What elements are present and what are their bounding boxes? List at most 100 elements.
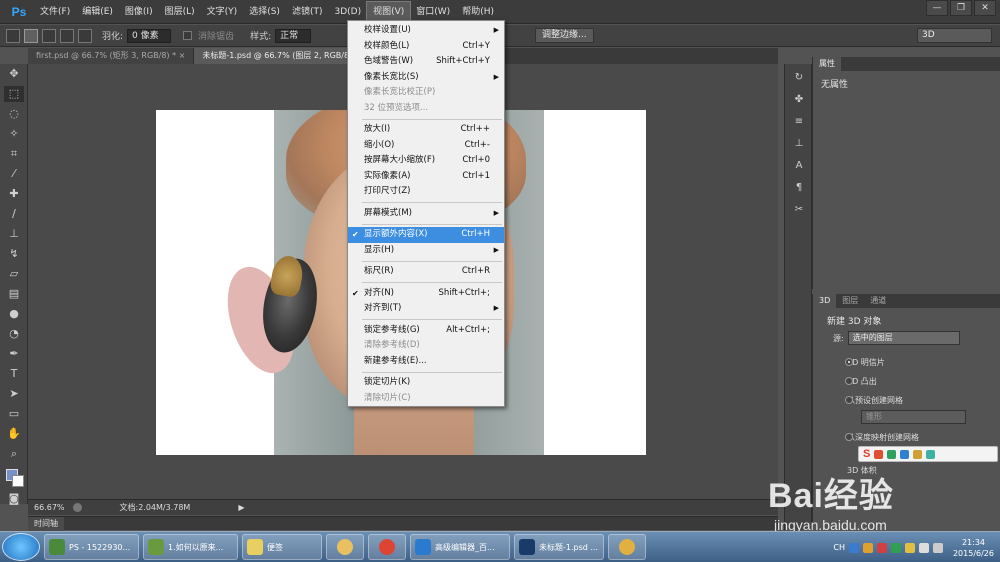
menu-type[interactable]: 文字(Y): [201, 2, 244, 22]
marquee-tool-preset-icon[interactable]: [6, 28, 20, 43]
option-mesh-from-preset[interactable]: 从预设创建网格: [813, 391, 1000, 410]
path-selection-tool-icon[interactable]: ➤: [4, 386, 24, 402]
eraser-tool-icon[interactable]: ▱: [4, 266, 24, 282]
move-tool-icon[interactable]: ✥: [4, 66, 24, 82]
taskbar-task[interactable]: PS - 1522930...: [44, 534, 139, 560]
menu-filter[interactable]: 滤镜(T): [286, 2, 329, 22]
taskbar-task[interactable]: 高级编辑器_百...: [410, 534, 510, 560]
ime-keyboard-icon[interactable]: [900, 449, 910, 459]
option-3d-extrusion[interactable]: 3D 凸出: [813, 372, 1000, 391]
dodge-tool-icon[interactable]: ◔: [4, 326, 24, 342]
view-menu-item[interactable]: 按屏幕大小缩放(F) Ctrl+0: [348, 153, 504, 169]
antialias-checkbox[interactable]: [183, 31, 193, 40]
antivirus-tray-icon[interactable]: [876, 542, 887, 553]
view-menu-item[interactable]: 校样颜色(L) Ctrl+Y: [348, 39, 504, 55]
menu-layer[interactable]: 图层(L): [159, 2, 201, 22]
quick-mask-icon[interactable]: ◙: [4, 491, 24, 507]
magic-wand-tool-icon[interactable]: ✧: [4, 126, 24, 142]
chrome-pin-icon[interactable]: [368, 534, 406, 560]
security-tray-icon[interactable]: [890, 542, 901, 553]
view-menu-item[interactable]: 对齐到(T) ▶: [348, 301, 504, 317]
sogou-ime-icon[interactable]: S: [863, 448, 870, 460]
status-info-icon[interactable]: [72, 503, 82, 512]
subtract-selection-icon[interactable]: [60, 28, 74, 43]
taskbar-task[interactable]: 便签: [242, 534, 322, 560]
gradient-tool-icon[interactable]: ▤: [4, 286, 24, 302]
help-tray-icon[interactable]: [848, 542, 859, 553]
rectangle-tool-icon[interactable]: ▭: [4, 406, 24, 422]
restore-button[interactable]: ❐: [950, 0, 972, 16]
paragraph-panel-icon[interactable]: ¶: [789, 180, 809, 196]
view-menu-item[interactable]: 实际像素(A) Ctrl+1: [348, 169, 504, 185]
tab-first-psd[interactable]: first.psd @ 66.7% (矩形 3, RGB/8) * ×: [28, 48, 195, 64]
view-menu-item[interactable]: 屏幕模式(M) ▶: [348, 206, 504, 222]
new-selection-icon[interactable]: [24, 28, 38, 43]
zoom-level[interactable]: 66.67%: [34, 503, 65, 512]
timeline-tab[interactable]: 时间轴: [28, 517, 64, 531]
lasso-tool-icon[interactable]: ◌: [4, 106, 24, 122]
tab-layers[interactable]: 图层: [836, 294, 864, 308]
pen-tool-icon[interactable]: ✒: [4, 346, 24, 362]
view-menu-item[interactable]: 新建参考线(E)...: [348, 354, 504, 370]
view-menu-item[interactable]: ✔ 显示额外内容(X) Ctrl+H: [348, 227, 504, 243]
source-select[interactable]: 选中的图层: [847, 331, 960, 345]
start-button[interactable]: [2, 533, 40, 561]
ime-punct-icon[interactable]: [887, 449, 897, 459]
brush-presets-icon[interactable]: ✤: [789, 92, 809, 108]
rect-marquee-tool-icon[interactable]: ⬚: [4, 86, 24, 102]
refine-edge-button[interactable]: 调整边缘...: [535, 28, 594, 43]
hand-tool-icon[interactable]: ✋: [4, 426, 24, 442]
view-menu-item[interactable]: 打印尺寸(Z): [348, 184, 504, 200]
view-menu-item[interactable]: 像素长宽比(S) ▶: [348, 70, 504, 86]
close-button[interactable]: ✕: [974, 0, 996, 16]
ime-skin-icon[interactable]: [913, 449, 923, 459]
language-indicator[interactable]: CH: [833, 543, 845, 552]
workspace-select[interactable]: 3D: [917, 28, 992, 43]
clone-stamp-tool-icon[interactable]: ⊥: [4, 226, 24, 242]
radio-3d-extrusion[interactable]: [845, 377, 853, 385]
feather-input[interactable]: 0 像素: [127, 28, 172, 43]
blur-tool-icon[interactable]: ●: [4, 306, 24, 322]
view-menu-item[interactable]: 缩小(O) Ctrl+-: [348, 138, 504, 154]
option-mesh-from-depth[interactable]: 从深度映射创建网格: [813, 428, 1000, 447]
eyedropper-tool-icon[interactable]: ⁄: [4, 166, 24, 182]
close-tab-icon[interactable]: ×: [179, 51, 186, 60]
healing-brush-tool-icon[interactable]: ✚: [4, 186, 24, 202]
add-selection-icon[interactable]: [42, 28, 56, 43]
menu-3d[interactable]: 3D(D): [328, 2, 367, 22]
clone-source-icon[interactable]: ⊥: [789, 136, 809, 152]
menu-window[interactable]: 窗口(W): [410, 2, 456, 22]
taskbar-task[interactable]: 未标题-1.psd ...: [514, 534, 604, 560]
view-menu-item[interactable]: 校样设置(U) ▶: [348, 23, 504, 39]
menu-help[interactable]: 帮助(H): [456, 2, 500, 22]
menu-file[interactable]: 文件(F): [34, 2, 76, 22]
tab-properties[interactable]: 属性: [813, 57, 841, 71]
type-tool-icon[interactable]: T: [4, 366, 24, 382]
ime-tray-icon[interactable]: [862, 542, 873, 553]
character-panel-icon[interactable]: A: [789, 158, 809, 174]
background-color-swatch[interactable]: [12, 475, 24, 487]
tool-presets-icon[interactable]: ✂: [789, 202, 809, 218]
menu-image[interactable]: 图像(I): [119, 2, 159, 22]
ime-mode-icon[interactable]: [874, 449, 884, 459]
view-menu-item[interactable]: ✔ 对齐(N) Shift+Ctrl+;: [348, 286, 504, 302]
clock[interactable]: 21:34 2015/6/26: [953, 537, 994, 559]
view-menu-item[interactable]: 锁定切片(K): [348, 375, 504, 391]
minimize-button[interactable]: —: [926, 0, 948, 16]
network-tray-icon[interactable]: [918, 542, 929, 553]
zoom-tool-icon[interactable]: ⌕: [4, 446, 24, 462]
adjustments-icon[interactable]: ≡: [789, 114, 809, 130]
radio-3d-postcard[interactable]: [845, 358, 853, 366]
view-menu-item[interactable]: 显示(H) ▶: [348, 243, 504, 259]
intersect-selection-icon[interactable]: [78, 28, 92, 43]
taskbar-task[interactable]: 1.如何以原来...: [143, 534, 238, 560]
style-select[interactable]: 正常: [275, 28, 312, 43]
status-menu-arrow-icon[interactable]: ▶: [238, 503, 244, 512]
menu-edit[interactable]: 编辑(E): [76, 2, 119, 22]
cloud-tray-icon[interactable]: [904, 542, 915, 553]
brush-tool-icon[interactable]: ∕: [4, 206, 24, 222]
volume-tray-icon[interactable]: [932, 542, 943, 553]
view-menu-item[interactable]: 标尺(R) Ctrl+R: [348, 264, 504, 280]
history-brush-tool-icon[interactable]: ↯: [4, 246, 24, 262]
view-menu-item[interactable]: 放大(I) Ctrl++: [348, 122, 504, 138]
